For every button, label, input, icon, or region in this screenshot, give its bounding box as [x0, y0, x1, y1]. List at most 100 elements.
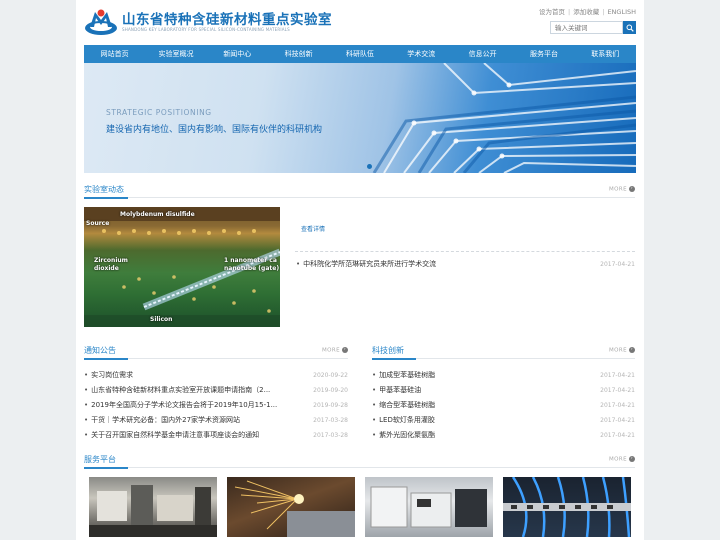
nav-news-center[interactable]: 新闻中心 [207, 45, 268, 63]
notice-date: 2017-03-28 [313, 432, 348, 439]
nav-innovation[interactable]: 科技创新 [268, 45, 329, 63]
innovation-date: 2017-04-21 [600, 372, 635, 379]
service-image-lab-instrument[interactable] [89, 477, 217, 537]
list-item[interactable]: • 干货｜学术研究必备：国内外27家学术资源网站 2017-03-28 [84, 415, 348, 426]
image-label: Zirconium [94, 257, 128, 264]
more-link[interactable]: MORE › [609, 186, 635, 193]
lab-logo[interactable] [84, 7, 118, 37]
more-label: MORE [609, 186, 627, 193]
image-label: nanotube (gate) [224, 265, 280, 272]
innovation-date: 2017-04-21 [600, 432, 635, 439]
service-image-analyzer[interactable] [365, 477, 493, 537]
section-title: 通知公告 [84, 346, 128, 360]
search-icon [626, 24, 634, 32]
innovation-date: 2017-04-21 [600, 402, 635, 409]
image-label: Source [86, 220, 110, 227]
notice-date: 2019-09-20 [313, 387, 348, 394]
innovation-title: 甲基苯基硅油 [379, 386, 422, 394]
arrow-right-icon: › [629, 186, 635, 192]
slider-dots [358, 164, 372, 169]
image-label: Silicon [150, 316, 173, 323]
circuit-board-graphic [372, 63, 636, 173]
list-item[interactable]: • 缩合型苯基硅树脂 2017-04-21 [372, 400, 635, 411]
nav-contact-us[interactable]: 联系我们 [575, 45, 636, 63]
nav-information-disclosure[interactable]: 信息公开 [452, 45, 513, 63]
search-button[interactable] [623, 21, 636, 34]
news-featured-image[interactable]: Molybdenum disulfide Source Zirconium di… [84, 207, 280, 327]
more-label: MORE [322, 347, 340, 354]
innovation-title: LED软灯条用灌胶 [379, 416, 435, 424]
search-input[interactable] [550, 21, 623, 34]
english-link[interactable]: ENGLISH [607, 8, 636, 16]
view-details-link[interactable]: 查看详情 [301, 224, 325, 233]
innovation-title: 加成型苯基硅树脂 [379, 371, 436, 379]
image-label: Molybdenum disulfide [120, 211, 195, 218]
news-title: 中科院化学所范琳研究员来所进行学术交流 [303, 260, 437, 268]
banner-slider[interactable]: STRATEGIC POSITIONING 建设省内有地位、国内有影响、国际有伙… [84, 63, 636, 173]
innovation-header: 科技创新 MORE › [372, 345, 635, 360]
section-title: 实验室动态 [84, 185, 128, 199]
more-link[interactable]: MORE › [322, 347, 348, 354]
top-links: 设为首页 | 添加收藏 | ENGLISH [539, 6, 636, 16]
news-date: 2017-04-21 [600, 261, 635, 268]
analyzer-photo [370, 486, 487, 528]
divider [295, 251, 635, 252]
service-image-network-cables[interactable] [503, 477, 631, 537]
bullet: • [372, 416, 377, 424]
arrow-right-icon: › [629, 456, 635, 462]
list-item[interactable]: • 紫外光固化聚氨酯 2017-04-21 [372, 430, 635, 441]
list-item[interactable]: • 加成型苯基硅树脂 2017-04-21 [372, 370, 635, 381]
lab-instrument-photo [89, 485, 217, 537]
image-label: dioxide [94, 265, 119, 272]
bullet: • [84, 371, 89, 379]
banner-english-caption: STRATEGIC POSITIONING [106, 108, 212, 117]
image-label: 1 nanometer ca [224, 257, 277, 264]
arrow-right-icon: › [629, 347, 635, 353]
search-box [550, 21, 636, 34]
nav-home[interactable]: 网站首页 [84, 45, 145, 63]
list-item[interactable]: • 关于召开国家自然科学基金申请注意事项座谈会的通知 2017-03-28 [84, 430, 348, 441]
notice-title: 山东省特种含硅新材料重点实验室开放课题申请指南（2... [91, 386, 271, 394]
nav-lab-overview[interactable]: 实验室概况 [145, 45, 206, 63]
innovation-date: 2017-04-21 [600, 417, 635, 424]
more-link[interactable]: MORE › [609, 347, 635, 354]
nav-service-platform[interactable]: 服务平台 [513, 45, 574, 63]
bullet: • [84, 431, 89, 439]
notice-date: 2019-09-28 [313, 402, 348, 409]
list-item[interactable]: • 中科院化学所范琳研究员来所进行学术交流 2017-04-21 [296, 259, 635, 270]
banner-chinese-caption: 建设省内有地位、国内有影响、国际有伙伴的科研机构 [106, 125, 323, 135]
list-item[interactable]: • 山东省特种含硅新材料重点实验室开放课题申请指南（2... 2019-09-20 [84, 385, 348, 396]
slider-dot[interactable] [358, 164, 363, 169]
notice-title: 2019年全国高分子学术论文报告会将于2019年10月15-1... [91, 401, 278, 409]
main-nav: 网站首页 实验室概况 新闻中心 科技创新 科研队伍 学术交流 信息公开 服务平台… [84, 45, 636, 63]
list-item[interactable]: • 2019年全国高分子学术论文报告会将于2019年10月15-1... 2019-… [84, 400, 348, 411]
notice-date: 2017-03-28 [313, 417, 348, 424]
bullet: • [372, 401, 377, 409]
site-title: 山东省特种含硅新材料重点实验室 [122, 12, 332, 28]
bullet: • [372, 386, 377, 394]
bullet: • [372, 371, 377, 379]
list-item[interactable]: • 实习岗位需求 2020-09-22 [84, 370, 348, 381]
list-item[interactable]: • LED软灯条用灌胶 2017-04-21 [372, 415, 635, 426]
notices-header: 通知公告 MORE › [84, 345, 348, 360]
sparks-photo [234, 480, 355, 537]
innovation-date: 2017-04-21 [600, 387, 635, 394]
section-title: 服务平台 [84, 455, 128, 469]
bullet: • [296, 260, 301, 268]
set-homepage-link[interactable]: 设为首页 [539, 8, 565, 16]
arrow-right-icon: › [342, 347, 348, 353]
bullet: • [372, 431, 377, 439]
list-item[interactable]: • 甲基苯基硅油 2017-04-21 [372, 385, 635, 396]
bullet: • [84, 386, 89, 394]
notice-date: 2020-09-22 [313, 372, 348, 379]
bullet: • [84, 401, 89, 409]
nav-academic-exchange[interactable]: 学术交流 [391, 45, 452, 63]
innovation-title: 缩合型苯基硅树脂 [379, 401, 436, 409]
notice-title: 实习岗位需求 [91, 371, 134, 379]
service-image-cutting-sparks[interactable] [227, 477, 355, 537]
nav-research-team[interactable]: 科研队伍 [329, 45, 390, 63]
add-favorite-link[interactable]: 添加收藏 [573, 8, 599, 16]
section-title: 科技创新 [372, 346, 416, 360]
more-link[interactable]: MORE › [609, 456, 635, 463]
slider-dot-active[interactable] [367, 164, 372, 169]
